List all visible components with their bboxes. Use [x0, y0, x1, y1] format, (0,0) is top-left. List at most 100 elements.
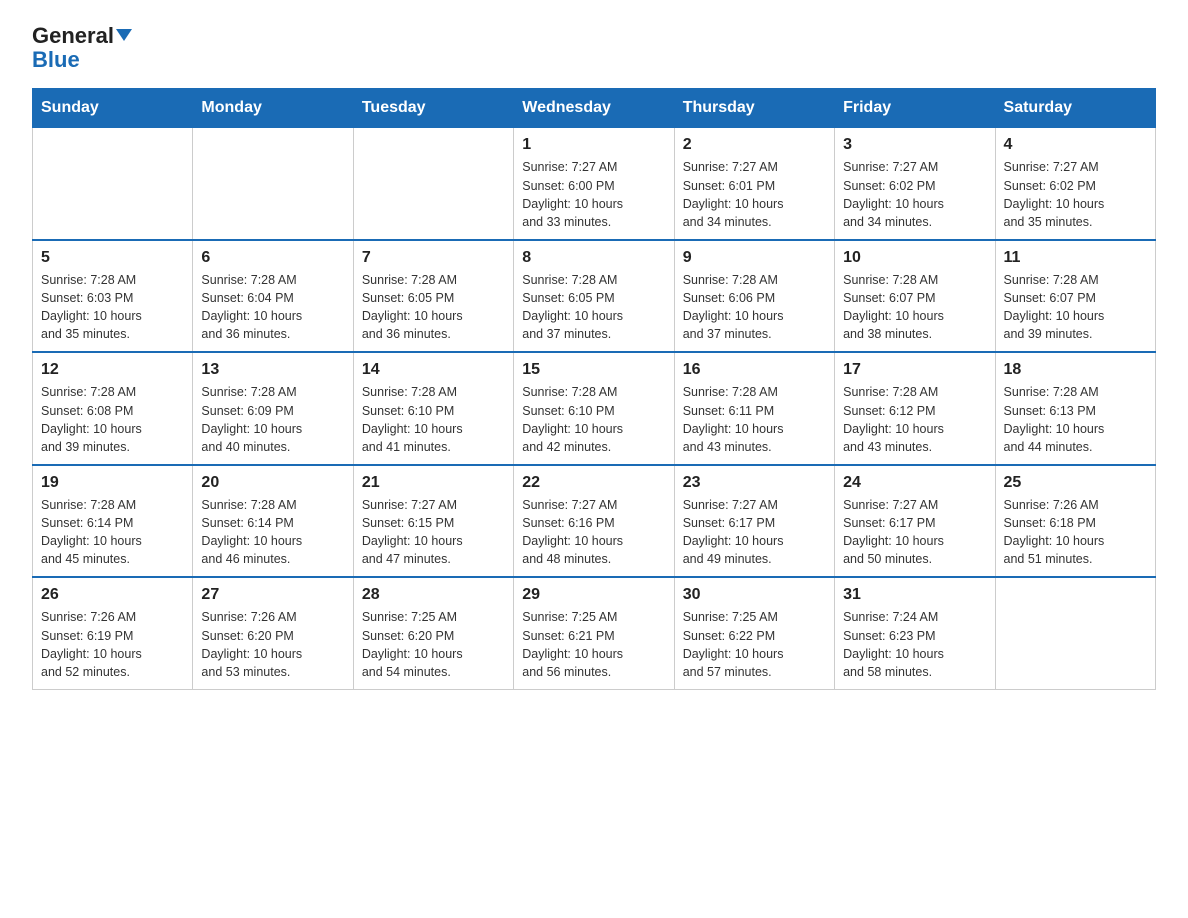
calendar-cell: 20 Sunrise: 7:28 AM Sunset: 6:14 PM Dayli… [193, 465, 353, 578]
day-number: 20 [201, 474, 344, 492]
day-info: Sunrise: 7:28 AM Sunset: 6:08 PM Dayligh… [41, 383, 184, 456]
day-info: Sunrise: 7:28 AM Sunset: 6:10 PM Dayligh… [522, 383, 665, 456]
day-number: 14 [362, 361, 505, 379]
day-info: Sunrise: 7:28 AM Sunset: 6:04 PM Dayligh… [201, 271, 344, 344]
day-number: 6 [201, 249, 344, 267]
day-info: Sunrise: 7:28 AM Sunset: 6:10 PM Dayligh… [362, 383, 505, 456]
day-number: 1 [522, 136, 665, 154]
day-info: Sunrise: 7:27 AM Sunset: 6:02 PM Dayligh… [1004, 158, 1147, 231]
calendar-cell: 15 Sunrise: 7:28 AM Sunset: 6:10 PM Dayli… [514, 352, 674, 465]
day-number: 24 [843, 474, 986, 492]
day-number: 28 [362, 586, 505, 604]
calendar-cell: 5Sunrise: 7:28 AM Sunset: 6:03 PM Daylig… [33, 240, 193, 353]
calendar-week-3: 12 Sunrise: 7:28 AM Sunset: 6:08 PM Dayli… [33, 352, 1156, 465]
calendar-cell: 9Sunrise: 7:28 AM Sunset: 6:06 PM Daylig… [674, 240, 834, 353]
day-info: Sunrise: 7:26 AM Sunset: 6:20 PM Dayligh… [201, 608, 344, 681]
calendar-table: SundayMondayTuesdayWednesdayThursdayFrid… [32, 88, 1156, 690]
day-number: 21 [362, 474, 505, 492]
column-header-thursday: Thursday [674, 89, 834, 128]
day-number: 25 [1004, 474, 1147, 492]
day-info: Sunrise: 7:28 AM Sunset: 6:14 PM Dayligh… [201, 496, 344, 569]
day-number: 12 [41, 361, 184, 379]
day-info: Sunrise: 7:27 AM Sunset: 6:15 PM Dayligh… [362, 496, 505, 569]
column-header-friday: Friday [835, 89, 995, 128]
calendar-cell: 13 Sunrise: 7:28 AM Sunset: 6:09 PM Dayli… [193, 352, 353, 465]
calendar-week-4: 19Sunrise: 7:28 AM Sunset: 6:14 PM Dayli… [33, 465, 1156, 578]
day-info: Sunrise: 7:28 AM Sunset: 6:07 PM Dayligh… [1004, 271, 1147, 344]
column-header-wednesday: Wednesday [514, 89, 674, 128]
day-number: 13 [201, 361, 344, 379]
day-info: Sunrise: 7:27 AM Sunset: 6:02 PM Dayligh… [843, 158, 986, 231]
day-info: Sunrise: 7:25 AM Sunset: 6:20 PM Dayligh… [362, 608, 505, 681]
calendar-cell [193, 128, 353, 240]
calendar-cell: 21 Sunrise: 7:27 AM Sunset: 6:15 PM Dayli… [353, 465, 513, 578]
day-number: 16 [683, 361, 826, 379]
calendar-cell: 30Sunrise: 7:25 AM Sunset: 6:22 PM Dayli… [674, 577, 834, 689]
calendar-week-1: 1 Sunrise: 7:27 AM Sunset: 6:00 PM Daylig… [33, 128, 1156, 240]
day-number: 23 [683, 474, 826, 492]
day-info: Sunrise: 7:28 AM Sunset: 6:07 PM Dayligh… [843, 271, 986, 344]
day-info: Sunrise: 7:28 AM Sunset: 6:03 PM Dayligh… [41, 271, 184, 344]
calendar-cell [33, 128, 193, 240]
day-number: 4 [1004, 136, 1147, 154]
day-number: 10 [843, 249, 986, 267]
calendar-cell: 29 Sunrise: 7:25 AM Sunset: 6:21 PM Dayli… [514, 577, 674, 689]
day-info: Sunrise: 7:27 AM Sunset: 6:00 PM Dayligh… [522, 158, 665, 231]
day-number: 15 [522, 361, 665, 379]
column-header-tuesday: Tuesday [353, 89, 513, 128]
day-number: 29 [522, 586, 665, 604]
calendar-cell: 27 Sunrise: 7:26 AM Sunset: 6:20 PM Dayli… [193, 577, 353, 689]
day-number: 30 [683, 586, 826, 604]
day-info: Sunrise: 7:28 AM Sunset: 6:14 PM Dayligh… [41, 496, 184, 569]
day-number: 3 [843, 136, 986, 154]
day-number: 8 [522, 249, 665, 267]
calendar-cell [353, 128, 513, 240]
day-info: Sunrise: 7:27 AM Sunset: 6:16 PM Dayligh… [522, 496, 665, 569]
logo-triangle-icon [116, 29, 132, 41]
day-number: 17 [843, 361, 986, 379]
column-header-sunday: Sunday [33, 89, 193, 128]
calendar-cell: 22 Sunrise: 7:27 AM Sunset: 6:16 PM Dayli… [514, 465, 674, 578]
logo-text: GeneralBlue [32, 24, 132, 72]
calendar-cell: 23 Sunrise: 7:27 AM Sunset: 6:17 PM Dayli… [674, 465, 834, 578]
day-info: Sunrise: 7:27 AM Sunset: 6:17 PM Dayligh… [843, 496, 986, 569]
calendar-cell: 16 Sunrise: 7:28 AM Sunset: 6:11 PM Dayli… [674, 352, 834, 465]
calendar-cell: 17 Sunrise: 7:28 AM Sunset: 6:12 PM Dayli… [835, 352, 995, 465]
day-info: Sunrise: 7:25 AM Sunset: 6:21 PM Dayligh… [522, 608, 665, 681]
calendar-cell: 11 Sunrise: 7:28 AM Sunset: 6:07 PM Dayli… [995, 240, 1155, 353]
day-number: 11 [1004, 249, 1147, 267]
calendar-cell: 12 Sunrise: 7:28 AM Sunset: 6:08 PM Dayli… [33, 352, 193, 465]
page-header: GeneralBlue [32, 24, 1156, 72]
day-info: Sunrise: 7:28 AM Sunset: 6:05 PM Dayligh… [522, 271, 665, 344]
calendar-cell [995, 577, 1155, 689]
day-info: Sunrise: 7:28 AM Sunset: 6:12 PM Dayligh… [843, 383, 986, 456]
day-info: Sunrise: 7:26 AM Sunset: 6:19 PM Dayligh… [41, 608, 184, 681]
calendar-cell: 8 Sunrise: 7:28 AM Sunset: 6:05 PM Daylig… [514, 240, 674, 353]
day-info: Sunrise: 7:24 AM Sunset: 6:23 PM Dayligh… [843, 608, 986, 681]
calendar-cell: 28 Sunrise: 7:25 AM Sunset: 6:20 PM Dayli… [353, 577, 513, 689]
logo-blue-text: Blue [32, 47, 80, 72]
column-header-saturday: Saturday [995, 89, 1155, 128]
calendar-cell: 26 Sunrise: 7:26 AM Sunset: 6:19 PM Dayli… [33, 577, 193, 689]
day-number: 27 [201, 586, 344, 604]
day-number: 7 [362, 249, 505, 267]
day-info: Sunrise: 7:27 AM Sunset: 6:01 PM Dayligh… [683, 158, 826, 231]
calendar-week-2: 5Sunrise: 7:28 AM Sunset: 6:03 PM Daylig… [33, 240, 1156, 353]
calendar-cell: 7Sunrise: 7:28 AM Sunset: 6:05 PM Daylig… [353, 240, 513, 353]
calendar-cell: 4 Sunrise: 7:27 AM Sunset: 6:02 PM Daylig… [995, 128, 1155, 240]
day-number: 31 [843, 586, 986, 604]
day-number: 26 [41, 586, 184, 604]
calendar-cell: 3 Sunrise: 7:27 AM Sunset: 6:02 PM Daylig… [835, 128, 995, 240]
day-number: 22 [522, 474, 665, 492]
day-info: Sunrise: 7:28 AM Sunset: 6:09 PM Dayligh… [201, 383, 344, 456]
calendar-cell: 2Sunrise: 7:27 AM Sunset: 6:01 PM Daylig… [674, 128, 834, 240]
calendar-cell: 25Sunrise: 7:26 AM Sunset: 6:18 PM Dayli… [995, 465, 1155, 578]
calendar-header-row: SundayMondayTuesdayWednesdayThursdayFrid… [33, 89, 1156, 128]
calendar-cell: 14 Sunrise: 7:28 AM Sunset: 6:10 PM Dayli… [353, 352, 513, 465]
day-info: Sunrise: 7:27 AM Sunset: 6:17 PM Dayligh… [683, 496, 826, 569]
day-number: 18 [1004, 361, 1147, 379]
calendar-cell: 19Sunrise: 7:28 AM Sunset: 6:14 PM Dayli… [33, 465, 193, 578]
calendar-cell: 31 Sunrise: 7:24 AM Sunset: 6:23 PM Dayli… [835, 577, 995, 689]
day-info: Sunrise: 7:28 AM Sunset: 6:11 PM Dayligh… [683, 383, 826, 456]
calendar-cell: 24 Sunrise: 7:27 AM Sunset: 6:17 PM Dayli… [835, 465, 995, 578]
